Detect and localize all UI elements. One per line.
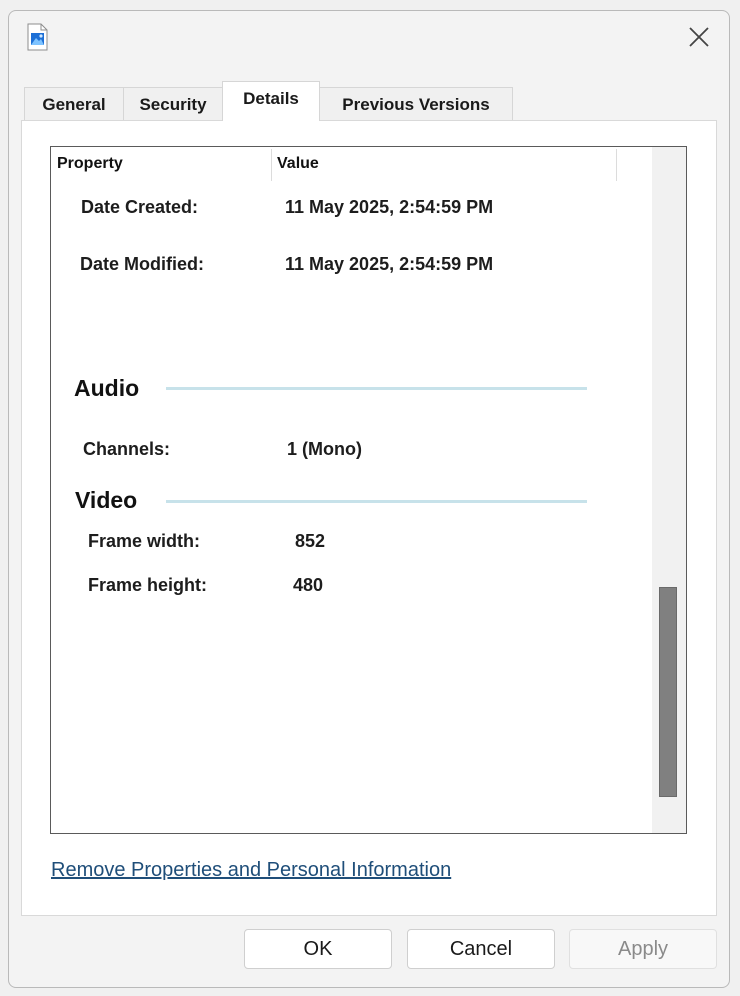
- property-value-frame-width: 852: [295, 531, 326, 551]
- tab-strip: General Security Details Previous Versio…: [24, 81, 513, 121]
- section-divider-video: [166, 500, 587, 503]
- section-title-audio: Audio: [74, 375, 140, 401]
- ok-button[interactable]: OK: [244, 929, 392, 969]
- property-value-date-modified: 11 May 2025, 2:54:59 PM: [285, 254, 494, 274]
- column-separator[interactable]: [271, 149, 272, 181]
- property-label-date-modified: Date Modified:: [80, 254, 204, 274]
- property-value-channels: 1 (Mono): [287, 439, 362, 459]
- tab-general[interactable]: General: [24, 87, 124, 121]
- column-header-value[interactable]: Value: [277, 147, 607, 181]
- cancel-button[interactable]: Cancel: [407, 929, 555, 969]
- property-label-channels: Channels:: [83, 439, 171, 459]
- property-label-frame-height: Frame height:: [88, 575, 208, 595]
- tab-security[interactable]: Security: [123, 87, 223, 121]
- title-bar: [9, 11, 729, 67]
- property-value-frame-height: 480: [293, 575, 324, 595]
- section-divider-audio: [166, 387, 587, 390]
- property-label-date-created: Date Created:: [81, 197, 199, 217]
- column-separator[interactable]: [616, 149, 617, 181]
- properties-dialog: General Security Details Previous Versio…: [8, 10, 730, 988]
- details-panel: Property Value Date Created: 11 May 2025…: [21, 120, 717, 916]
- close-button[interactable]: [683, 23, 715, 55]
- property-label-frame-width: Frame width:: [88, 531, 201, 551]
- property-value-date-created: 11 May 2025, 2:54:59 PM: [285, 197, 494, 217]
- tab-previous-versions[interactable]: Previous Versions: [319, 87, 513, 121]
- close-icon: [688, 26, 710, 53]
- vertical-scrollbar[interactable]: [652, 147, 686, 833]
- column-header-property[interactable]: Property: [57, 147, 267, 181]
- tab-details[interactable]: Details: [222, 81, 320, 121]
- scrollbar-thumb[interactable]: [659, 587, 677, 797]
- apply-button[interactable]: Apply: [569, 929, 717, 969]
- image-file-icon: [27, 23, 48, 51]
- property-list[interactable]: Property Value Date Created: 11 May 2025…: [50, 146, 687, 834]
- section-title-video: Video: [75, 487, 138, 513]
- remove-properties-link[interactable]: Remove Properties and Personal Informati…: [51, 859, 451, 882]
